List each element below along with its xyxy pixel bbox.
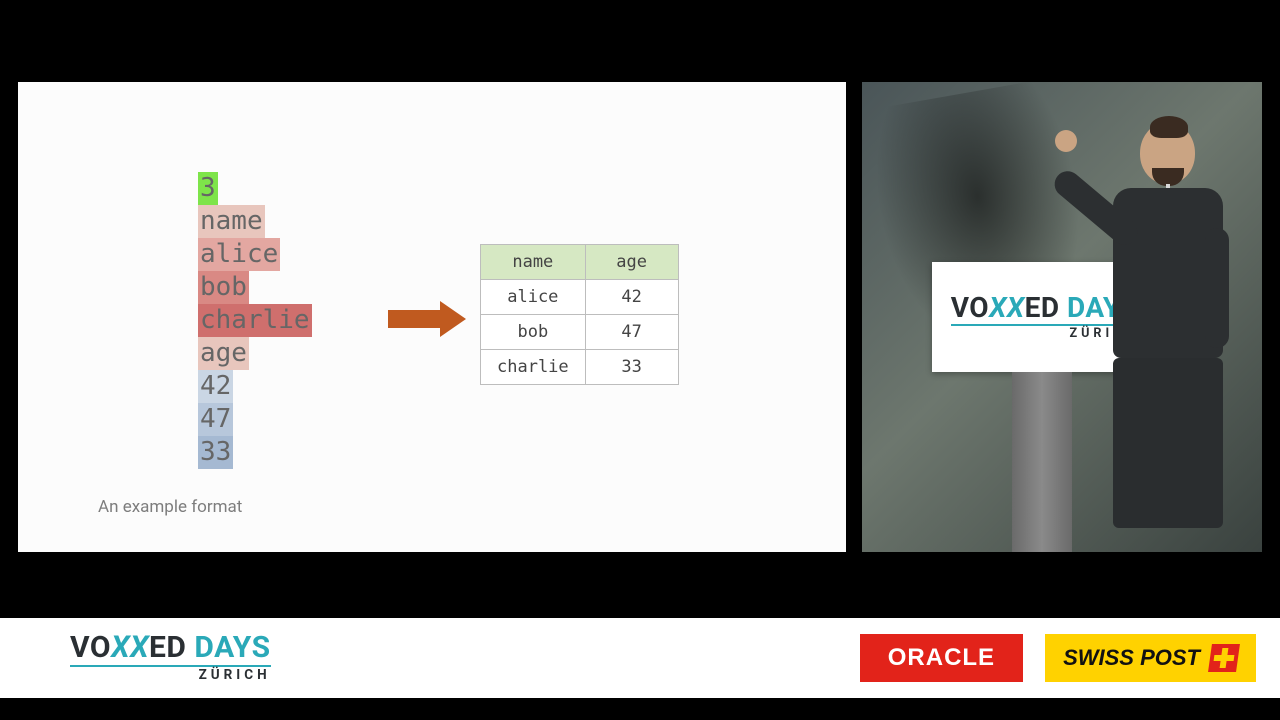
sponsor-swisspost-text: SWISS POST — [1063, 645, 1200, 671]
raw-format-column: 3namealicebobcharlieage424733 — [198, 172, 312, 469]
table-row: alice42 — [481, 280, 679, 315]
arrow-icon — [388, 302, 466, 336]
presentation-slide: 3namealicebobcharlieage424733 nameage al… — [18, 82, 846, 552]
parsed-table: nameage alice42bob47charlie33 — [480, 244, 679, 385]
format-token: 42 — [198, 370, 233, 403]
format-token: age — [198, 337, 249, 370]
swiss-cross-icon — [1208, 644, 1240, 672]
format-token: name — [198, 205, 265, 238]
format-token: 47 — [198, 403, 233, 436]
table-cell: 42 — [585, 280, 678, 315]
table-header-cell: name — [481, 245, 586, 280]
logo-text: VO — [951, 291, 989, 324]
logo-text: ED — [1025, 291, 1060, 324]
logo-text: ED — [149, 630, 186, 665]
format-token: charlie — [198, 304, 312, 337]
format-token: alice — [198, 238, 280, 271]
table-cell: alice — [481, 280, 586, 315]
table-row: bob47 — [481, 315, 679, 350]
logo-subline: ZÜRICH — [70, 669, 271, 683]
lectern-stand — [1012, 372, 1072, 552]
format-token: bob — [198, 271, 249, 304]
table-cell: charlie — [481, 350, 586, 385]
logo-text: VO — [70, 630, 111, 665]
table-row: charlie33 — [481, 350, 679, 385]
sponsor-footer: VOXXED DAYS ZÜRICH ORACLE SWISS POST — [0, 618, 1280, 698]
speaker-figure — [1085, 122, 1250, 542]
sponsor-oracle: ORACLE — [860, 634, 1023, 682]
sponsor-swisspost: SWISS POST — [1045, 634, 1256, 682]
event-logo: VOXXED DAYS ZÜRICH — [70, 633, 271, 683]
format-token: 33 — [198, 436, 233, 469]
table-header-cell: age — [585, 245, 678, 280]
table-header-row: nameage — [481, 245, 679, 280]
format-token: 3 — [198, 172, 218, 205]
speaker-camera-feed: VOXXED DAYS ZÜRICH — [862, 82, 1262, 552]
logo-text: DAYS — [194, 630, 270, 665]
logo-text: XX — [989, 291, 1024, 324]
slide-caption: An example format — [98, 497, 242, 517]
sponsor-logos: ORACLE SWISS POST — [860, 634, 1256, 682]
table-cell: bob — [481, 315, 586, 350]
table-cell: 33 — [585, 350, 678, 385]
table-cell: 47 — [585, 315, 678, 350]
logo-text: XX — [111, 630, 149, 665]
video-frame: 3namealicebobcharlieage424733 nameage al… — [0, 0, 1280, 720]
